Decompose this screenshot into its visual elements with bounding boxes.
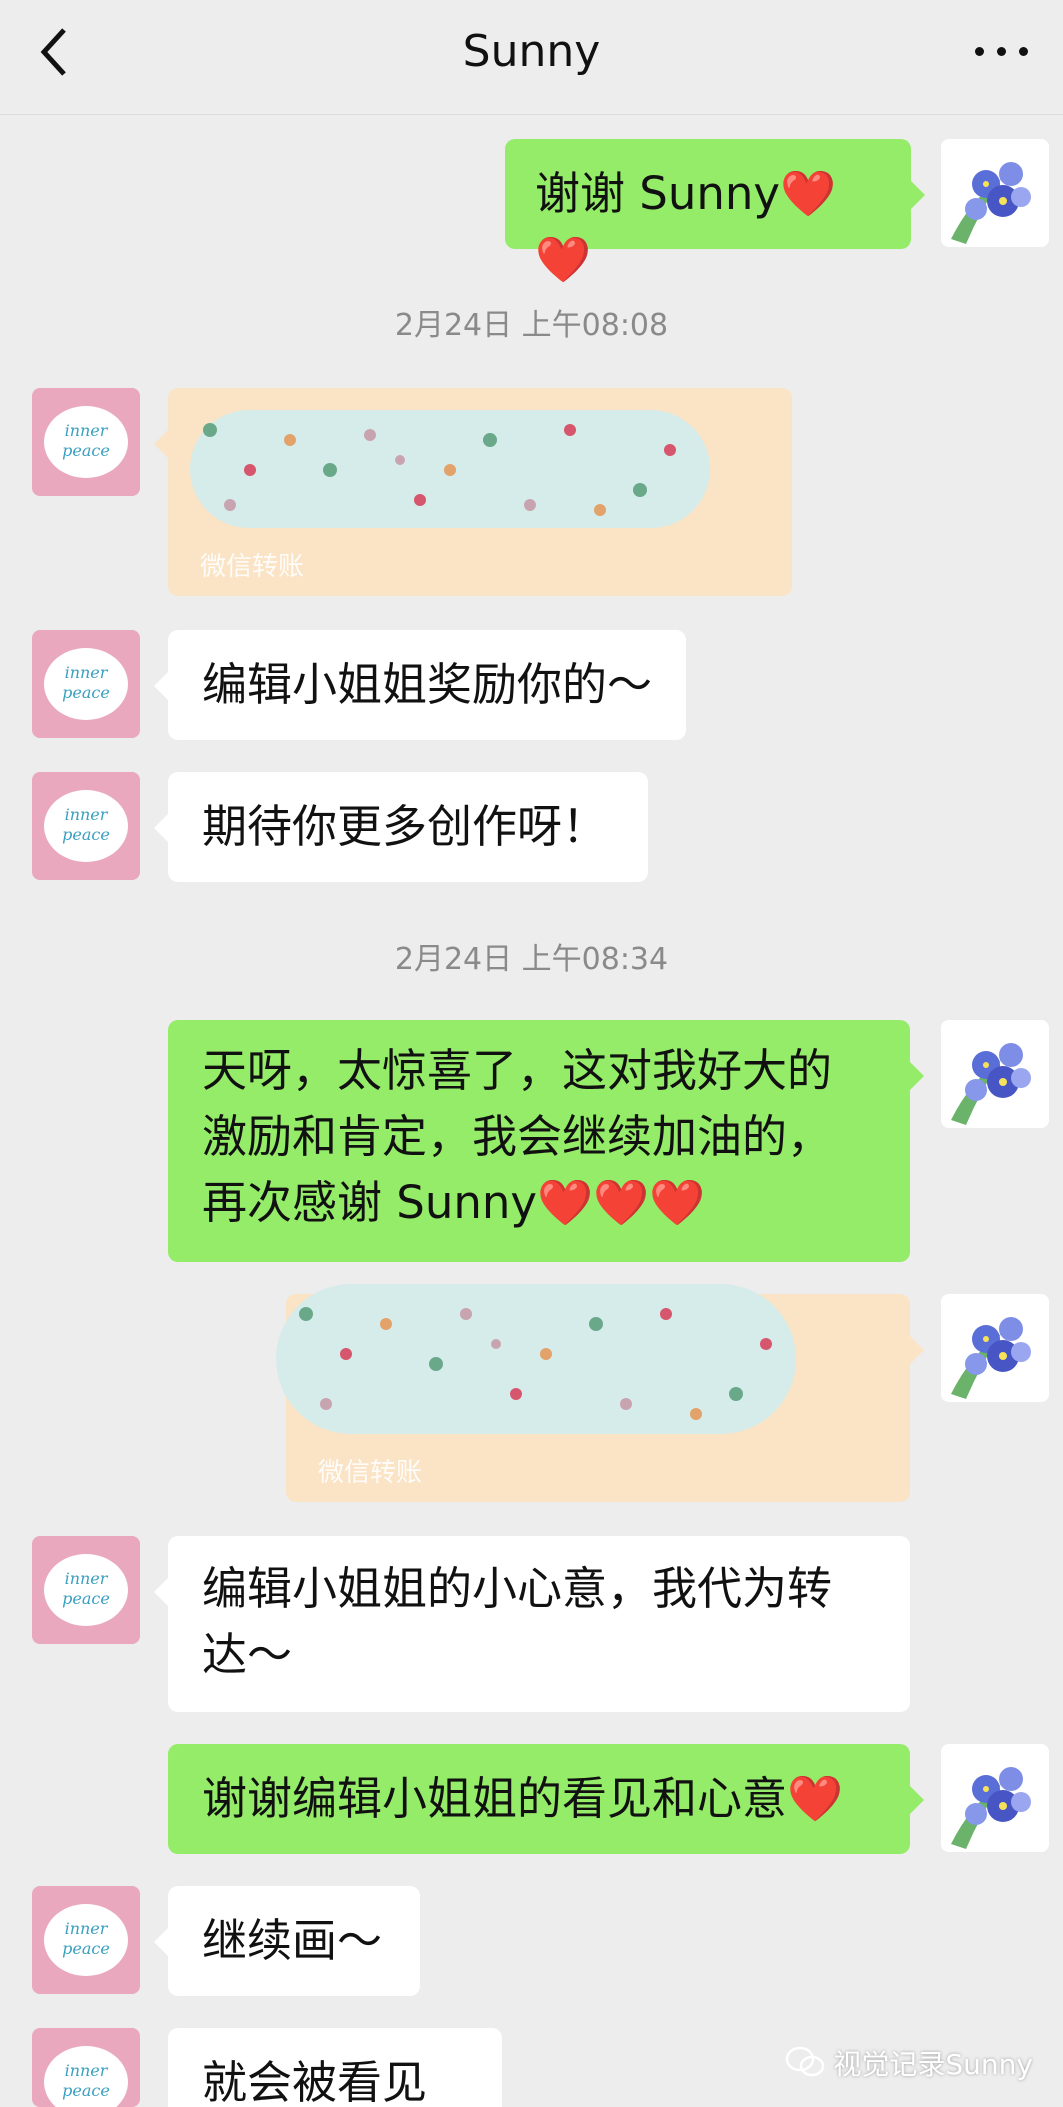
- my-avatar[interactable]: [941, 139, 1049, 247]
- transfer-label: 微信转账: [200, 552, 305, 582]
- timestamp: 2月24日 上午08:08: [394, 308, 669, 343]
- my-avatar[interactable]: [941, 1294, 1049, 1402]
- contact-avatar[interactable]: inner peace: [32, 2028, 140, 2107]
- received-message-bubble[interactable]: 编辑小姐姐的小心意，我代为转达～: [154, 1536, 910, 1712]
- contact-avatar[interactable]: inner peace: [32, 772, 140, 880]
- message-text: 天呀，太惊喜了，这对我好大的激励和肯定，我会继续加油的，再次感谢 Sunny❤️…: [202, 1044, 833, 1229]
- contact-avatar[interactable]: inner peace: [32, 1536, 140, 1644]
- message-text: 谢谢编辑小姐姐的看见和心意❤️: [202, 1772, 844, 1825]
- message-text: 编辑小姐姐的小心意，我代为转达～: [202, 1562, 833, 1681]
- svg-text:inner: inner: [65, 1919, 109, 1938]
- watermark-text: 视觉记录Sunny: [833, 2047, 1033, 2081]
- timestamp: 2月24日 上午08:34: [394, 942, 669, 977]
- contact-avatar[interactable]: inner peace: [32, 1886, 140, 1994]
- message-text: 就会被看见～: [202, 2056, 428, 2107]
- svg-text:inner: inner: [65, 421, 109, 440]
- svg-text:peace: peace: [62, 1589, 110, 1608]
- wechat-icon: [785, 2046, 825, 2085]
- svg-text:peace: peace: [62, 2081, 110, 2100]
- contact-avatar[interactable]: inner peace: [32, 630, 140, 738]
- dot-pattern: [299, 1307, 772, 1420]
- dot-pattern: [203, 423, 676, 516]
- message-text: 继续画～: [202, 1914, 383, 1967]
- message-text: 期待你更多创作呀！: [202, 800, 608, 853]
- watermark: 视觉记录Sunny: [785, 2043, 1033, 2086]
- transfer-bubble[interactable]: 微信转账: [276, 1284, 924, 1502]
- message-text: 谢谢 Sunny❤️❤️: [535, 167, 837, 286]
- received-message-bubble[interactable]: 编辑小姐姐奖励你的～: [154, 630, 686, 740]
- svg-text:peace: peace: [62, 683, 110, 702]
- received-message-bubble[interactable]: 期待你更多创作呀！: [154, 772, 648, 882]
- svg-text:inner: inner: [65, 2061, 109, 2080]
- contact-avatar[interactable]: inner peace: [32, 388, 140, 496]
- transfer-label: 微信转账: [318, 1458, 423, 1488]
- svg-text:inner: inner: [65, 805, 109, 824]
- svg-text:peace: peace: [62, 441, 110, 460]
- sent-message-bubble[interactable]: 谢谢 Sunny❤️❤️: [505, 139, 925, 286]
- received-message-bubble[interactable]: 继续画～: [154, 1886, 420, 1996]
- chat-title: Sunny: [462, 26, 601, 77]
- message-text: 编辑小姐姐奖励你的～: [202, 658, 653, 711]
- svg-text:peace: peace: [62, 1939, 110, 1958]
- received-message-bubble[interactable]: 就会被看见～: [168, 2028, 502, 2107]
- more-options-icon[interactable]: [973, 30, 1033, 70]
- svg-text:peace: peace: [62, 825, 110, 844]
- my-avatar[interactable]: [941, 1744, 1049, 1852]
- sent-message-bubble[interactable]: 天呀，太惊喜了，这对我好大的激励和肯定，我会继续加油的，再次感谢 Sunny❤️…: [168, 1020, 924, 1262]
- transfer-bubble[interactable]: 微信转账: [154, 388, 792, 596]
- flower-avatar-icon: [941, 139, 1049, 247]
- chat-header: Sunny: [0, 0, 1063, 115]
- sent-message-bubble[interactable]: 谢谢编辑小姐姐的看见和心意❤️: [168, 1744, 924, 1854]
- svg-text:inner: inner: [65, 1569, 109, 1588]
- my-avatar[interactable]: [941, 1020, 1049, 1128]
- svg-text:inner: inner: [65, 663, 109, 682]
